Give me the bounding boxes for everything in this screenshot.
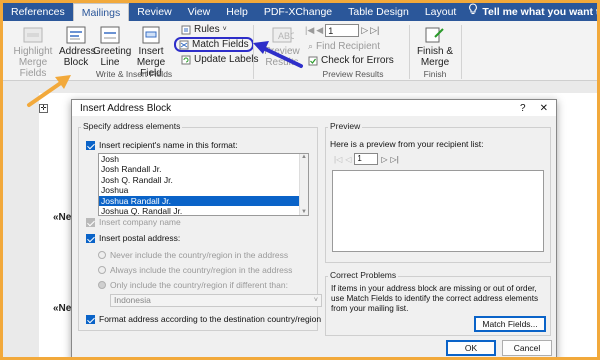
country-dropdown[interactable]: Indonesia ˅ (110, 294, 322, 307)
insert-postal-checkbox[interactable] (86, 233, 95, 243)
insert-company-checkbox[interactable] (86, 217, 95, 227)
insert-name-option[interactable]: Insert recipient's name in this format: (86, 140, 238, 150)
preview-box (332, 170, 544, 252)
format-address-option[interactable]: Format address according to the destinat… (86, 314, 321, 324)
chevron-down-icon: ˅ (313, 297, 318, 304)
next-record-icon[interactable]: ▷ (381, 155, 387, 164)
insert-company-label: Insert company name (99, 217, 181, 227)
dialog-title-bar: Insert Address Block ? ✕ (72, 100, 556, 116)
match-fields-dialog-button[interactable]: Match Fields... (474, 316, 546, 332)
name-format-item[interactable]: Josh Q. Randall Jr. (99, 175, 308, 185)
insert-name-checkbox[interactable] (86, 140, 95, 150)
insert-name-label: Insert recipient's name in this format: (99, 140, 238, 150)
last-record-icon[interactable]: ▷| (391, 155, 399, 164)
only-include-radio[interactable] (98, 281, 106, 289)
name-format-item[interactable]: Joshua (99, 185, 308, 195)
insert-postal-label: Insert postal address: (99, 233, 181, 243)
preview-navigator: |◁ ◁ 1 ▷ ▷| (334, 153, 399, 165)
never-include-option[interactable]: Never include the country/region in the … (98, 250, 288, 260)
scroll-up-icon[interactable]: ▲ (300, 154, 308, 160)
preview-record-input[interactable]: 1 (354, 153, 379, 165)
insert-company-option[interactable]: Insert company name (86, 217, 181, 227)
blue-arrow-to-match-fields (253, 41, 303, 68)
close-icon[interactable]: ✕ (540, 103, 548, 114)
correct-problems-legend: Correct Problems (328, 270, 399, 280)
always-include-radio[interactable] (98, 266, 106, 274)
never-include-label: Never include the country/region in the … (110, 250, 289, 260)
help-icon[interactable]: ? (520, 103, 526, 114)
previous-record-icon[interactable]: ◁ (345, 155, 351, 164)
insert-postal-option[interactable]: Insert postal address: (86, 233, 180, 243)
format-address-label: Format address according to the destinat… (99, 314, 322, 324)
preview-legend: Preview (328, 121, 363, 131)
country-value: Indonesia (114, 295, 151, 305)
orange-arrow-to-address-block (27, 75, 71, 107)
cancel-button[interactable]: Cancel (502, 340, 552, 356)
name-format-scrollbar[interactable]: ▲ ▼ (299, 154, 308, 215)
never-include-radio[interactable] (98, 251, 106, 259)
name-format-item[interactable]: Joshua Randall Jr. (99, 195, 308, 206)
screenshot-frame: References Mailings Review View Help PDF… (0, 0, 600, 360)
always-include-label: Always include the country/region in the… (110, 265, 293, 275)
name-format-item[interactable]: Josh Randall Jr. (99, 164, 308, 174)
only-include-option[interactable]: Only include the country/region if diffe… (98, 280, 288, 290)
preview-hint: Here is a preview from your recipient li… (330, 139, 484, 149)
only-include-label: Only include the country/region if diffe… (110, 280, 288, 290)
format-address-checkbox[interactable] (86, 314, 95, 324)
correct-problems-text: If items in your address block are missi… (331, 284, 539, 313)
name-format-items: Josh Josh Randall Jr. Josh Q. Randall Jr. J… (99, 154, 308, 215)
name-format-list[interactable]: Josh Josh Randall Jr. Josh Q. Randall Jr. J… (98, 153, 309, 216)
always-include-option[interactable]: Always include the country/region in the… (98, 265, 292, 275)
scroll-down-icon[interactable]: ▼ (300, 209, 308, 215)
insert-address-block-dialog: Insert Address Block ? ✕ Specify address… (71, 99, 557, 357)
dialog-title: Insert Address Block (80, 102, 172, 114)
name-format-item[interactable]: Joshua Q. Randall Jr. (99, 206, 308, 215)
ok-button[interactable]: OK (446, 340, 496, 356)
first-record-icon[interactable]: |◁ (334, 155, 342, 164)
name-format-item[interactable]: Josh (99, 154, 308, 164)
specify-address-elements-legend: Specify address elements (81, 121, 183, 131)
